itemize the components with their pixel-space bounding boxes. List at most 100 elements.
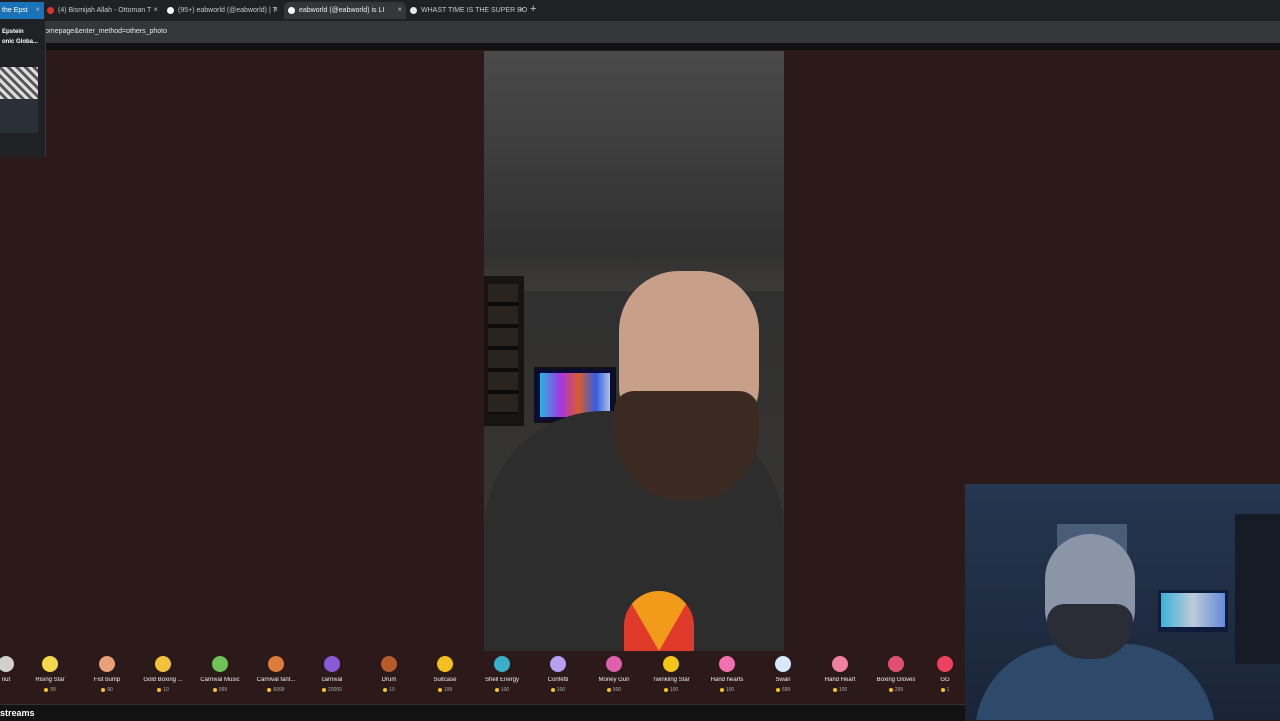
tab-title: the Epst bbox=[2, 7, 28, 14]
gift-price: 90 bbox=[79, 687, 135, 693]
gift-price: 99 bbox=[22, 687, 78, 693]
gift-name: Carnival Music bbox=[200, 677, 240, 683]
gift-price: 100 bbox=[812, 687, 868, 693]
google-icon bbox=[410, 7, 417, 14]
gift-item[interactable]: Swan 699 bbox=[755, 656, 811, 696]
address-bar[interactable]: omepage&enter_method=others_photo bbox=[0, 21, 1280, 43]
browser-tab[interactable]: (4) Bismijah Allah - Ottoman T × bbox=[44, 2, 162, 19]
browser-tab[interactable]: the Epst × bbox=[0, 2, 44, 19]
browser-tab[interactable]: (95+) eabworld (@eabworld) | T × bbox=[164, 2, 282, 19]
gift-price: 100 bbox=[530, 687, 586, 693]
gift-item[interactable]: Confetti 100 bbox=[530, 656, 586, 696]
star-icon bbox=[42, 656, 58, 672]
preview-thumbnail bbox=[0, 67, 38, 133]
close-icon[interactable]: × bbox=[35, 5, 40, 14]
gift-price: 100 bbox=[474, 687, 530, 693]
tiktok-icon bbox=[288, 7, 295, 14]
boxing-icon bbox=[155, 656, 171, 672]
gift-name: Swan bbox=[775, 677, 791, 683]
gift-price: 999 bbox=[192, 687, 248, 693]
star-icon bbox=[663, 656, 679, 672]
close-icon[interactable]: × bbox=[397, 5, 402, 14]
browser-tab[interactable]: WHAST TIME IS THE SUPER BO × bbox=[406, 2, 528, 19]
gift-item[interactable]: Hand Heart 100 bbox=[812, 656, 868, 696]
url-text[interactable]: omepage&enter_method=others_photo bbox=[45, 28, 167, 35]
music-icon bbox=[212, 656, 228, 672]
gift-bar: nut Rising Star 99 Fist bump 90 Gold Box… bbox=[0, 652, 965, 698]
live-video[interactable] bbox=[484, 51, 784, 651]
gift-name: Carnival fant... bbox=[256, 677, 296, 683]
gift-name: Money Gun bbox=[598, 677, 630, 683]
gift-item[interactable]: GG 1 bbox=[925, 656, 965, 696]
close-icon[interactable]: × bbox=[153, 5, 158, 14]
gift-price: 10 bbox=[135, 687, 191, 693]
gift-item[interactable]: Money Gun 500 bbox=[586, 656, 642, 696]
close-icon[interactable]: × bbox=[273, 5, 278, 14]
tab-title: (95+) eabworld (@eabworld) | T bbox=[178, 7, 277, 14]
tab-title: eabworld (@eabworld) is LI bbox=[299, 7, 385, 14]
gift-item[interactable]: Twinkling Star 100 bbox=[643, 656, 699, 696]
gift-name: Hand Heart bbox=[824, 677, 856, 683]
gift-item[interactable]: Carnival Music 999 bbox=[192, 656, 248, 696]
gift-item[interactable]: Drum 10 bbox=[361, 656, 417, 696]
gift-name: Drum bbox=[381, 677, 397, 683]
gift-item[interactable]: Fist bump 90 bbox=[79, 656, 135, 696]
gift-name: Suitcase bbox=[433, 677, 457, 683]
gift-name: Hand hearts bbox=[710, 677, 744, 683]
streams-heading: streams bbox=[0, 708, 35, 718]
tab-title: WHAST TIME IS THE SUPER BO bbox=[421, 7, 528, 14]
globe-icon bbox=[494, 656, 510, 672]
gift-item[interactable]: Carnival fant... 6999 bbox=[248, 656, 304, 696]
gift-name: Confetti bbox=[547, 677, 569, 683]
gift-price: 6999 bbox=[248, 687, 304, 693]
fist-icon bbox=[99, 656, 115, 672]
boxing-gloves-icon bbox=[888, 656, 904, 672]
gift-name: Shell Energy bbox=[484, 677, 520, 683]
swan-icon bbox=[775, 656, 791, 672]
toolbar-divider bbox=[0, 43, 1280, 50]
browser-tab-strip: the Epst × (4) Bismijah Allah - Ottoman … bbox=[0, 0, 1280, 21]
gift-item[interactable]: carnival 20000 bbox=[304, 656, 360, 696]
gift-price: 20000 bbox=[304, 687, 360, 693]
hearts-icon bbox=[719, 656, 735, 672]
gift-item[interactable]: Rising Star 99 bbox=[22, 656, 78, 696]
gift-price: 10 bbox=[361, 687, 417, 693]
gift-name: Rising Star bbox=[35, 677, 65, 683]
gift-item[interactable]: Hand hearts 100 bbox=[699, 656, 755, 696]
new-tab-button[interactable]: + bbox=[530, 3, 536, 15]
gg-icon bbox=[937, 656, 953, 672]
gift-item[interactable]: Shell Energy 100 bbox=[474, 656, 530, 696]
heart-icon bbox=[832, 656, 848, 672]
confetti-icon bbox=[550, 656, 566, 672]
suitcase-icon bbox=[437, 656, 453, 672]
tab-title: (4) Bismijah Allah - Ottoman T bbox=[58, 7, 152, 14]
close-icon[interactable]: × bbox=[519, 5, 524, 14]
youtube-icon bbox=[47, 7, 54, 14]
bottom-section: streams bbox=[0, 704, 965, 721]
gift-price: 1 bbox=[925, 687, 965, 693]
gift-item[interactable]: Boxing Gloves 299 bbox=[868, 656, 924, 696]
gift-price: 100 bbox=[643, 687, 699, 693]
money-gun-icon bbox=[606, 656, 622, 672]
carnival-icon bbox=[324, 656, 340, 672]
gift-price: 699 bbox=[755, 687, 811, 693]
gift-price: 199 bbox=[417, 687, 473, 693]
gift-name: Boxing Gloves bbox=[876, 677, 916, 683]
preview-title-line1: Epstein bbox=[2, 29, 24, 35]
gift-item[interactable]: Gold Boxing ... 10 bbox=[135, 656, 191, 696]
drum-icon bbox=[381, 656, 397, 672]
gift-name: GG bbox=[940, 677, 950, 683]
tab-hover-preview: Epstein onic Globa... bbox=[0, 21, 46, 157]
browser-tab-active[interactable]: eabworld (@eabworld) is LI × bbox=[284, 2, 406, 19]
gift-icon bbox=[0, 656, 14, 672]
gift-name: Gold Boxing ... bbox=[143, 677, 183, 683]
gift-item[interactable]: Suitcase 199 bbox=[417, 656, 473, 696]
streamer bbox=[484, 271, 784, 651]
preview-title-line2: onic Globa... bbox=[2, 39, 39, 45]
carnival-icon bbox=[268, 656, 284, 672]
gift-price: 299 bbox=[868, 687, 924, 693]
gift-name: Fist bump bbox=[93, 677, 121, 683]
gift-price: 500 bbox=[586, 687, 642, 693]
gift-name: carnival bbox=[321, 677, 343, 683]
tiktok-icon bbox=[167, 7, 174, 14]
